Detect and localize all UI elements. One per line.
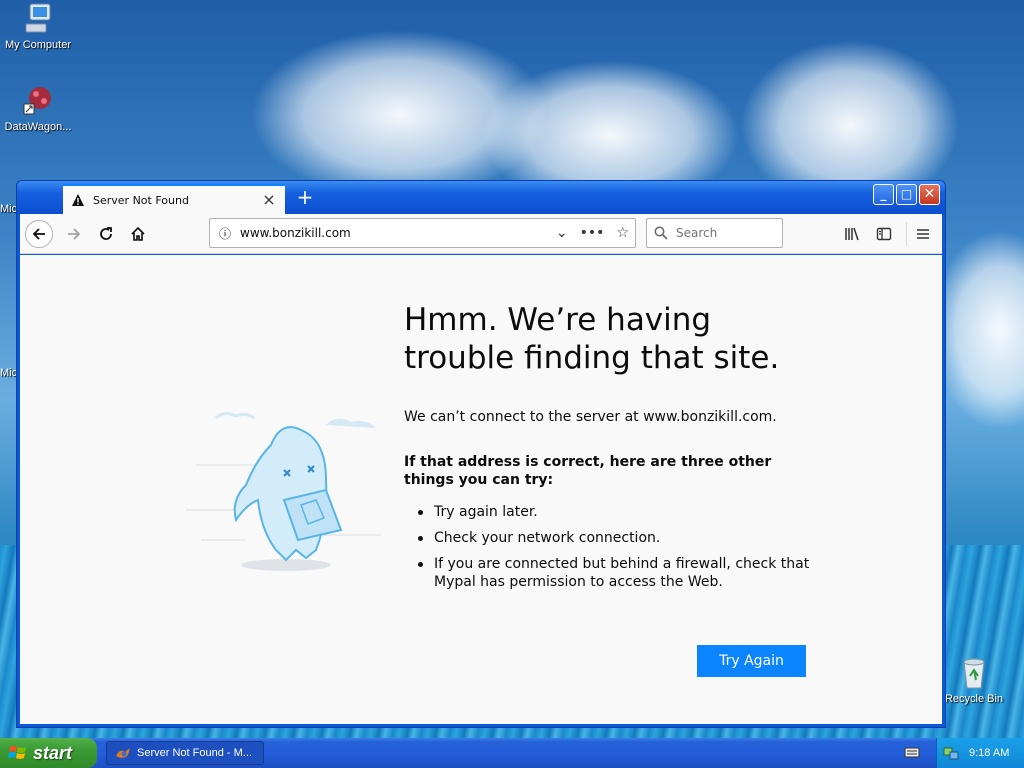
home-button[interactable]	[124, 220, 152, 248]
list-item: Check your network connection.	[404, 529, 824, 547]
desktop-icon-recycle-bin[interactable]: Recycle Bin	[936, 656, 1012, 705]
library-icon	[845, 227, 859, 241]
start-button[interactable]: start	[0, 738, 97, 768]
page-content: Hmm. We’re having trouble finding that s…	[20, 255, 942, 724]
suggestions-heading: If that address is correct, here are thr…	[404, 454, 772, 488]
start-label: start	[33, 742, 73, 763]
title-bar[interactable]: Server Not Found × + _ □ ✕	[17, 181, 945, 214]
minimize-button[interactable]: _	[873, 184, 894, 205]
chevron-down-icon[interactable]: ⌄	[556, 225, 568, 241]
desktop-icon-label: Recycle Bin	[944, 693, 1004, 705]
recycle-bin-icon	[963, 658, 985, 689]
new-tab-button[interactable]: +	[293, 186, 317, 210]
desktop-icon-partial-label[interactable]: Mic	[0, 367, 17, 379]
taskbar-item-label: Server Not Found - M...	[137, 747, 252, 759]
desktop-icon-label: My Computer	[4, 39, 72, 51]
tab-title: Server Not Found	[93, 193, 189, 207]
taskbar-item-browser[interactable]: Server Not Found - M...	[106, 741, 264, 765]
desktop-icon-partial-label[interactable]: Mic	[0, 203, 17, 215]
search-icon	[654, 226, 668, 240]
error-description: We can’t connect to the server at www.bo…	[404, 409, 777, 425]
menu-button[interactable]	[909, 220, 937, 248]
forward-button[interactable]	[60, 220, 88, 248]
url-bar[interactable]: ⓘ www.bonzikill.com ⌄ ••• ☆	[209, 218, 636, 248]
close-button[interactable]: ✕	[919, 184, 940, 205]
try-again-button[interactable]: Try Again	[697, 645, 806, 677]
desktop-icon-my-computer[interactable]: My Computer	[0, 2, 76, 51]
info-icon[interactable]: ⓘ	[210, 225, 240, 242]
system-tray: 9:18 AM	[936, 738, 1024, 768]
close-tab-icon[interactable]: ×	[261, 192, 277, 208]
home-icon	[131, 226, 145, 241]
suggestions-list: Try again later. Check your network conn…	[404, 503, 824, 591]
tab-server-not-found[interactable]: Server Not Found ×	[63, 184, 285, 214]
back-button[interactable]	[25, 220, 53, 248]
dinosaur-illustration	[186, 411, 381, 571]
error-message: Hmm. We’re having trouble finding that s…	[404, 301, 824, 599]
datawagon-icon	[23, 87, 51, 115]
search-placeholder: Search	[676, 226, 718, 240]
browser-app-icon	[116, 748, 130, 758]
arrow-left-icon	[32, 228, 45, 240]
url-text[interactable]: www.bonzikill.com	[240, 226, 351, 240]
list-item: If you are connected but behind a firewa…	[404, 555, 824, 591]
windows-flag-icon	[8, 746, 26, 759]
suggestion-text: If you are connected but behind a firewa…	[434, 556, 810, 590]
browser-window: Server Not Found × + _ □ ✕ ⓘ www.bonziki…	[16, 180, 946, 728]
suggestion-text: Try again later.	[434, 504, 538, 520]
library-button[interactable]	[838, 220, 866, 248]
clock[interactable]: 9:18 AM	[969, 747, 1009, 759]
taskbar: start Server Not Found - M... 9:18 AM	[0, 738, 1024, 768]
reload-button[interactable]	[92, 220, 120, 248]
toolbar-separator	[906, 222, 907, 246]
arrow-right-icon	[68, 228, 81, 240]
more-icon[interactable]: •••	[580, 225, 605, 241]
navigation-toolbar: ⓘ www.bonzikill.com ⌄ ••• ☆ Search	[20, 214, 942, 254]
error-title: Hmm. We’re having trouble finding that s…	[404, 302, 780, 376]
list-item: Try again later.	[404, 503, 824, 521]
desktop-icon-label: DataWagon...	[4, 121, 72, 133]
star-icon[interactable]: ☆	[616, 225, 629, 241]
keyboard-icon[interactable]	[904, 745, 920, 759]
search-input[interactable]: Search	[646, 218, 783, 248]
maximize-button[interactable]: □	[896, 184, 917, 205]
warning-icon	[72, 194, 84, 206]
computer-icon	[25, 3, 51, 33]
suggestion-text: Check your network connection.	[434, 530, 661, 546]
hamburger-menu-icon	[917, 229, 929, 239]
reload-icon	[100, 227, 112, 240]
desktop-icon-datawagon[interactable]: DataWagon...	[0, 84, 76, 133]
sidebar-icon	[876, 227, 892, 241]
sidebar-button[interactable]	[870, 220, 898, 248]
network-icon[interactable]	[943, 745, 959, 761]
